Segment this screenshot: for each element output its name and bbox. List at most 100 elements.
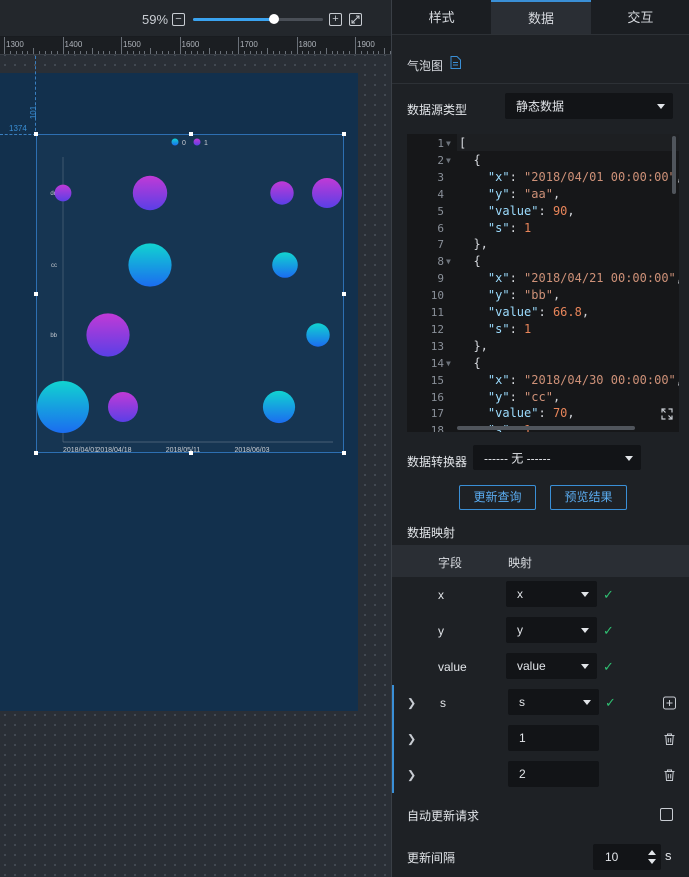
ruler-tick [103, 51, 105, 54]
ruler-tick [220, 51, 222, 54]
zoom-level: 59% [142, 12, 169, 27]
trash-icon[interactable] [663, 733, 676, 746]
line-number: 5 [437, 204, 444, 218]
tab-interaction[interactable]: 交互 [591, 0, 689, 34]
y-tick-label: bb [50, 333, 57, 339]
check-icon: ✓ [603, 659, 614, 674]
ruler-tick [343, 51, 345, 54]
preview-result-button[interactable]: 预览结果 [550, 485, 627, 510]
zoom-in-button[interactable]: + [329, 13, 342, 26]
ruler-tick [267, 48, 269, 54]
ruler-label: 1600 [181, 40, 200, 49]
tab-style[interactable]: 样式 [392, 0, 491, 34]
resize-handle-t[interactable] [189, 132, 193, 136]
ruler-tick [255, 51, 257, 54]
ruler-tick [238, 37, 239, 54]
resize-handle-b[interactable] [189, 451, 193, 455]
editor-scrollbar-vertical[interactable] [672, 136, 676, 194]
ruler-tick [249, 51, 251, 54]
chevron-right-icon[interactable]: ❯ [407, 769, 416, 782]
chevron-down-icon [625, 455, 633, 461]
document-icon[interactable] [450, 56, 461, 69]
fold-arrow-icon[interactable]: ▼ [446, 152, 451, 169]
fit-screen-icon[interactable] [349, 13, 362, 26]
zoom-slider[interactable] [193, 14, 323, 24]
mapping-select-value: y [517, 623, 523, 637]
resize-handle-bl[interactable] [34, 451, 38, 455]
ruler-tick [384, 48, 386, 54]
fold-arrow-icon[interactable]: ▼ [446, 253, 451, 270]
editor-canvas[interactable]: 59% − + 1300 1400 1500 1600 1700 1800 1900 101… [0, 0, 391, 877]
refresh-query-button[interactable]: 更新查询 [459, 485, 536, 510]
ruler-tick [360, 51, 362, 54]
line-number: 6 [437, 221, 444, 235]
resize-handle-l[interactable] [34, 292, 38, 296]
ruler-tick [156, 51, 158, 54]
chevron-down-icon [657, 104, 665, 109]
ruler-tick [331, 51, 333, 54]
bubble-point [128, 243, 172, 287]
ruler-tick [208, 48, 210, 54]
mapping-select[interactable]: x [506, 581, 597, 607]
chevron-right-icon[interactable]: ❯ [407, 733, 416, 746]
trash-icon[interactable] [663, 769, 676, 782]
json-code-editor[interactable]: 1▼[2▼ {3 "x": "2018/04/01 00:00:00",4 "y… [407, 134, 679, 432]
code-text: "s": 1 [487, 220, 532, 235]
mapping-field-name: value [438, 660, 467, 674]
bubble-point [272, 252, 298, 278]
line-number: 8 [437, 255, 444, 269]
divider [392, 83, 689, 84]
ruler-label: 1300 [6, 40, 24, 49]
code-text: }, [459, 338, 488, 353]
ruler-tick [121, 37, 122, 54]
expand-icon[interactable] [661, 408, 673, 420]
mapping-header-field: 字段 [438, 556, 463, 570]
zoom-out-button[interactable]: − [172, 13, 185, 26]
tab-data[interactable]: 数据 [491, 0, 591, 34]
code-text: "y": "bb", [487, 288, 561, 303]
mapping-row: ❯ s s ✓ [392, 685, 689, 721]
guide-value-horizontal: 1374 [9, 124, 27, 133]
mapping-select[interactable]: s [508, 689, 599, 715]
resize-handle-r[interactable] [342, 292, 346, 296]
resize-handle-tr[interactable] [342, 132, 346, 136]
ruler-tick [39, 51, 41, 54]
add-icon[interactable] [663, 696, 676, 710]
update-interval-label: 更新间隔 [407, 851, 456, 865]
spin-down-icon[interactable] [648, 859, 656, 864]
legend-marker [171, 138, 179, 146]
mapping-input[interactable]: 1 [508, 725, 599, 751]
resize-handle-tl[interactable] [34, 132, 38, 136]
spin-up-icon[interactable] [648, 850, 656, 855]
mapping-select[interactable]: value [506, 653, 597, 679]
mapping-select[interactable]: y [506, 617, 597, 643]
auto-update-checkbox[interactable] [660, 808, 673, 821]
guide-value-vertical: 101 [29, 105, 39, 120]
chevron-right-icon[interactable]: ❯ [407, 697, 416, 710]
horizontal-ruler: 1300 1400 1500 1600 1700 1800 1900 [0, 37, 391, 55]
fold-arrow-icon[interactable]: ▼ [446, 135, 451, 152]
source-type-select[interactable]: 静态数据 [505, 93, 673, 119]
ruler-tick [232, 51, 234, 54]
line-number: 12 [430, 322, 444, 336]
editor-scrollbar-horizontal[interactable] [457, 426, 635, 430]
check-icon: ✓ [603, 623, 614, 638]
ruler-tick [308, 51, 310, 54]
update-interval-input[interactable]: 10 [593, 844, 661, 870]
code-text: { [459, 254, 481, 269]
mapping-input[interactable]: 2 [508, 761, 599, 787]
zoom-slider-thumb[interactable] [269, 14, 279, 24]
resize-handle-br[interactable] [342, 451, 346, 455]
converter-select[interactable]: ------ 无 ------ [473, 445, 641, 470]
code-text: "value": 66.8, [487, 305, 590, 319]
ruler-tick [62, 37, 64, 54]
ruler-tick [74, 51, 76, 54]
fold-arrow-icon[interactable]: ▼ [446, 355, 451, 372]
line-number: 9 [437, 272, 444, 286]
line-number: 10 [430, 289, 444, 303]
ruler-tick [9, 51, 11, 54]
ruler-tick [202, 51, 204, 54]
ruler-tick [378, 51, 380, 54]
bubble-chart-component[interactable]: 2018/04/01 2018/04/18 2018/05/11 2018/06/03… [34, 132, 346, 455]
guide-line-horizontal [0, 134, 36, 135]
